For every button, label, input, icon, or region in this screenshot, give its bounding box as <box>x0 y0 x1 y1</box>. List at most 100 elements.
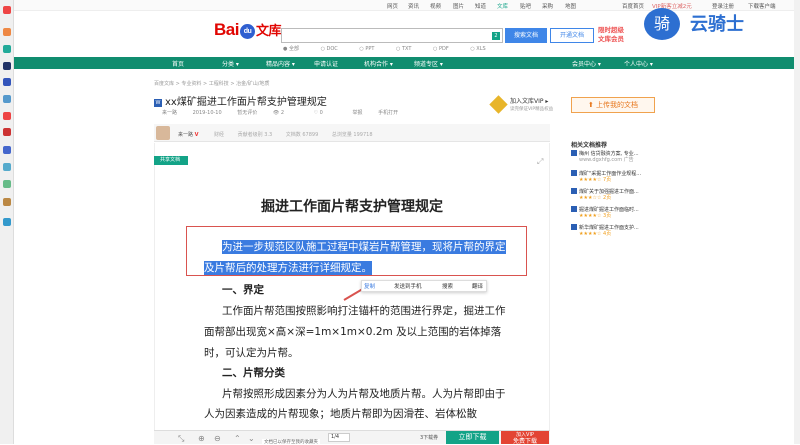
app-icon[interactable] <box>3 112 11 120</box>
related-item[interactable]: 梅州 信贷融资方案, 专业... www.dgxhfg.com 广告 <box>571 150 655 163</box>
download-price: 3下载券 <box>420 435 439 441</box>
filter-label: XLS <box>476 46 486 52</box>
related-item[interactable]: 煤矿关于加强掘进工作面... ★★★☆☆ 2页 <box>571 188 655 201</box>
nav-partner[interactable]: 机构合作 ▾ <box>364 59 393 68</box>
nav-personal[interactable]: 个人中心 ▾ <box>624 59 653 68</box>
filter-ppt[interactable]: ○ PPT <box>359 46 384 52</box>
baidu-wenku-logo[interactable]: Bai du 文库 <box>214 20 281 40</box>
page-total: /4 <box>334 434 340 440</box>
related-item[interactable]: 新华煤矿掘进工作面支护... ★★★★☆ 4页 <box>571 224 655 237</box>
scroll-down-icon[interactable]: ⌄ <box>248 434 255 443</box>
related-item[interactable]: 掘进煤矿掘进工作面临时... ★★★★☆ 3页 <box>571 206 655 219</box>
report-link[interactable]: 举报 <box>352 110 362 116</box>
vip-line: 读完保证VIP精品权益 <box>510 107 554 112</box>
nav-premium[interactable]: 精品内容 ▾ <box>266 59 295 68</box>
doc-icon <box>571 150 577 156</box>
app-icon[interactable] <box>3 95 11 103</box>
app-icon[interactable] <box>3 28 11 36</box>
app-icon[interactable] <box>3 180 11 188</box>
nav-member[interactable]: 会员中心 ▾ <box>572 59 601 68</box>
paragraph-line: 面帮部出现宽×高×深=1m×1m×0.2m 及以上范围的岩体掉落 <box>204 326 502 338</box>
app-icon[interactable] <box>3 78 11 86</box>
related-item[interactable]: 煤矿"采掘工作面作业规程... ★★★★☆ 7页 <box>571 170 655 183</box>
meta-date: 2019-10-10 <box>192 110 222 116</box>
meta-author[interactable]: 来一路 <box>162 110 177 116</box>
meta-views: 👁 2 <box>272 110 284 116</box>
nav-channel[interactable]: 频道专区 ▾ <box>414 59 443 68</box>
vip-diamond-icon <box>489 95 508 114</box>
filter-doc[interactable]: ○ DOC <box>321 46 348 52</box>
paragraph-line: 工作面片帮范围按照影响打注锚杆的范围进行界定，掘进工作 <box>222 305 506 317</box>
search-input[interactable]: 2 <box>281 28 503 43</box>
author-avatar[interactable] <box>156 126 170 140</box>
app-icon[interactable] <box>3 198 11 206</box>
section-heading: 二、片帮分类 <box>222 367 285 379</box>
word-doc-icon <box>571 224 577 230</box>
author-stat: 贡献者级别 3.3 <box>237 132 273 138</box>
topnav-right-link[interactable]: 百度首页 <box>622 2 644 10</box>
breadcrumb[interactable]: 百度文库 > 专业资料 > 工程科技 > 冶金/矿山/地质 <box>154 80 269 87</box>
related-item-sub: ★★★★☆ 7页 <box>579 177 612 183</box>
fullscreen-icon[interactable]: ⤢ <box>537 157 543 167</box>
paragraph-line: 时，可认定为片帮。 <box>204 347 299 359</box>
menu-copy[interactable]: 复制 <box>364 282 375 290</box>
menu-translate[interactable]: 翻译 <box>472 282 483 290</box>
meta-value: 2 <box>280 110 284 116</box>
author-stat: 文档数 67899 <box>285 132 319 138</box>
watermark-logo-icon: 骑 <box>644 8 680 40</box>
nav-category[interactable]: 分类 ▾ <box>222 59 239 68</box>
app-icon[interactable] <box>3 146 11 154</box>
filter-all[interactable]: ● 全部 <box>283 46 309 52</box>
word-doc-icon: W <box>154 99 162 107</box>
nav-certify[interactable]: 申请认证 <box>314 59 338 68</box>
zoom-in-icon[interactable]: ⊕ <box>198 434 205 443</box>
search-button[interactable]: 搜索文档 <box>505 28 547 43</box>
author-stats: 财经 贡献者级别 3.3 文档数 67899 总浏览量 199718 <box>214 131 385 138</box>
page-number-input[interactable]: 1/4 <box>328 433 350 442</box>
zoom-out-icon[interactable]: ⊖ <box>214 434 221 443</box>
join-vip-link[interactable]: 加入文库VIP ▸ 读完保证VIP精品权益 <box>510 98 553 114</box>
topnav-link[interactable]: 资讯 <box>408 2 419 10</box>
search-count-badge: 2 <box>492 32 500 40</box>
weibo-icon[interactable] <box>3 6 11 14</box>
scrollbar[interactable] <box>794 0 800 444</box>
topnav-link[interactable]: 视频 <box>430 2 441 10</box>
app-icon[interactable] <box>3 128 11 136</box>
fit-screen-icon[interactable]: ⤡ <box>178 434 184 444</box>
author-name[interactable]: 来一路 V <box>178 131 198 138</box>
nav-home[interactable]: 首页 <box>172 59 184 68</box>
topnav-link[interactable]: 贴吧 <box>520 2 531 10</box>
app-icon[interactable] <box>3 62 11 70</box>
meta-likes[interactable]: ♡ 0 <box>314 110 337 116</box>
paw-icon: du <box>239 24 255 39</box>
shared-doc-tag: 共享文档 <box>154 156 188 165</box>
topnav-link[interactable]: 图片 <box>453 2 464 10</box>
promo-line: 文库会员 <box>598 35 624 43</box>
mobile-open-link[interactable]: 手机打开 <box>378 110 398 116</box>
upload-doc-button[interactable]: ⬆ 上传我的文档 <box>571 97 655 113</box>
topnav-right-link[interactable]: 下载客户端 <box>748 2 776 10</box>
app-icon[interactable] <box>3 45 11 53</box>
open-doc-button[interactable]: 开通文档 <box>550 28 594 43</box>
scroll-up-icon[interactable]: ⌃ <box>234 434 241 443</box>
filter-xls[interactable]: ○ XLS <box>470 46 495 52</box>
topnav-link[interactable]: 知道 <box>475 2 486 10</box>
doc-meta: 来一路 2019-10-10 暂无评价 👁 2 ♡ 0 举报 手机打开 <box>162 109 412 116</box>
author-name-text: 来一路 <box>178 132 194 138</box>
app-icon[interactable] <box>3 163 11 171</box>
topnav-link[interactable]: 采购 <box>542 2 553 10</box>
app-icon[interactable] <box>3 218 11 226</box>
download-button[interactable]: 立即下载 <box>446 431 499 444</box>
menu-search[interactable]: 搜索 <box>442 282 453 290</box>
filter-txt[interactable]: ○ TXT <box>396 46 421 52</box>
menu-send-to-phone[interactable]: 发送到手机 <box>394 282 422 290</box>
vip-download-button[interactable]: 加入VIP 免费下载 <box>501 431 549 445</box>
selected-text-line[interactable]: 及片帮后的处理方法进行详细规定。 <box>204 261 372 275</box>
topnav-right-link[interactable]: 登录注册 <box>712 2 734 10</box>
selected-text-line[interactable]: 为进一步规范区队施工过程中煤岩片帮管理，现将片帮的界定 <box>222 240 506 254</box>
topnav-link[interactable]: 文库 <box>497 2 508 10</box>
word-doc-icon <box>571 206 577 212</box>
topnav-link[interactable]: 网页 <box>387 2 398 10</box>
topnav-link[interactable]: 地图 <box>565 2 576 10</box>
filter-pdf[interactable]: ○ PDF <box>433 46 459 52</box>
